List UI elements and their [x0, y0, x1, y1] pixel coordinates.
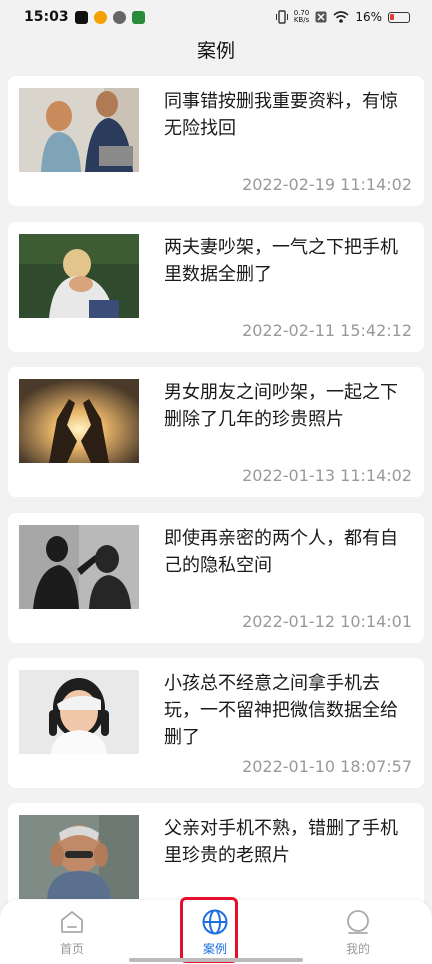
case-time: 2022-01-12 10:14:01 [242, 612, 412, 631]
case-title: 父亲对手机不熟，错删了手机里珍贵的老照片 [164, 818, 398, 866]
battery-icon [388, 11, 410, 23]
net-speed: 0.70 KB/s [294, 10, 310, 24]
nav-home-label: 首页 [59, 942, 84, 956]
case-time: 2022-01-10 18:07:57 [242, 757, 412, 776]
vibrate-icon [275, 10, 288, 24]
case-card[interactable]: 小孩总不经意之间拿手机去玩，一不留神把微信数据全给删了 2022-01-10 1… [8, 658, 424, 788]
case-card[interactable]: 男女朋友之间吵架，一起之下删除了几年的珍贵照片 2022-01-13 11:14… [8, 367, 424, 497]
nav-home[interactable]: 首页 [32, 908, 112, 960]
tiktok-icon [74, 10, 88, 24]
case-card[interactable]: 即使再亲密的两个人，都有自己的隐私空间 2022-01-12 10:14:01 [8, 513, 424, 643]
case-time: 2022-02-11 15:42:12 [242, 321, 412, 340]
case-thumbnail [19, 88, 139, 172]
status-left: 15:03 [24, 9, 145, 25]
case-thumbnail [19, 815, 139, 899]
home-indicator[interactable] [129, 958, 303, 962]
user-icon [347, 910, 369, 934]
home-icon [61, 911, 83, 933]
case-thumbnail [19, 670, 139, 754]
case-thumbnail [19, 234, 139, 318]
case-title: 即使再亲密的两个人，都有自己的隐私空间 [164, 528, 398, 576]
highlight-annotation [180, 897, 238, 963]
wifi-icon [333, 11, 349, 23]
status-right: 0.70 KB/s 16% [275, 10, 410, 24]
sim-icon [315, 11, 327, 23]
battery-percent: 16% [355, 10, 382, 24]
nav-mine-label: 我的 [345, 942, 370, 956]
case-title: 两夫妻吵架，一气之下把手机里数据全删了 [164, 237, 398, 285]
case-title: 男女朋友之间吵架，一起之下删除了几年的珍贵照片 [164, 382, 398, 430]
status-time: 15:03 [24, 9, 69, 25]
nav-mine[interactable]: 我的 [318, 908, 398, 960]
weibo-icon [93, 10, 107, 24]
case-card[interactable]: 两夫妻吵架，一气之下把手机里数据全删了 2022-02-11 15:42:12 [8, 222, 424, 352]
case-title: 同事错按删我重要资料，有惊无险找回 [164, 91, 398, 139]
status-bar: 15:03 0.70 KB/s 16% [0, 0, 432, 34]
case-title: 小孩总不经意之间拿手机去玩，一不留神把微信数据全给删了 [164, 673, 398, 748]
case-card[interactable]: 同事错按删我重要资料，有惊无险找回 2022-02-19 11:14:02 [8, 76, 424, 206]
case-thumbnail [19, 379, 139, 463]
case-thumbnail [19, 525, 139, 609]
case-time: 2022-01-13 11:14:02 [242, 466, 412, 485]
app2-icon [131, 10, 145, 24]
net-speed-unit: KB/s [293, 16, 310, 24]
app-icon [112, 10, 126, 24]
case-time: 2022-02-19 11:14:02 [242, 175, 412, 194]
page-title: 案例 [196, 40, 235, 62]
